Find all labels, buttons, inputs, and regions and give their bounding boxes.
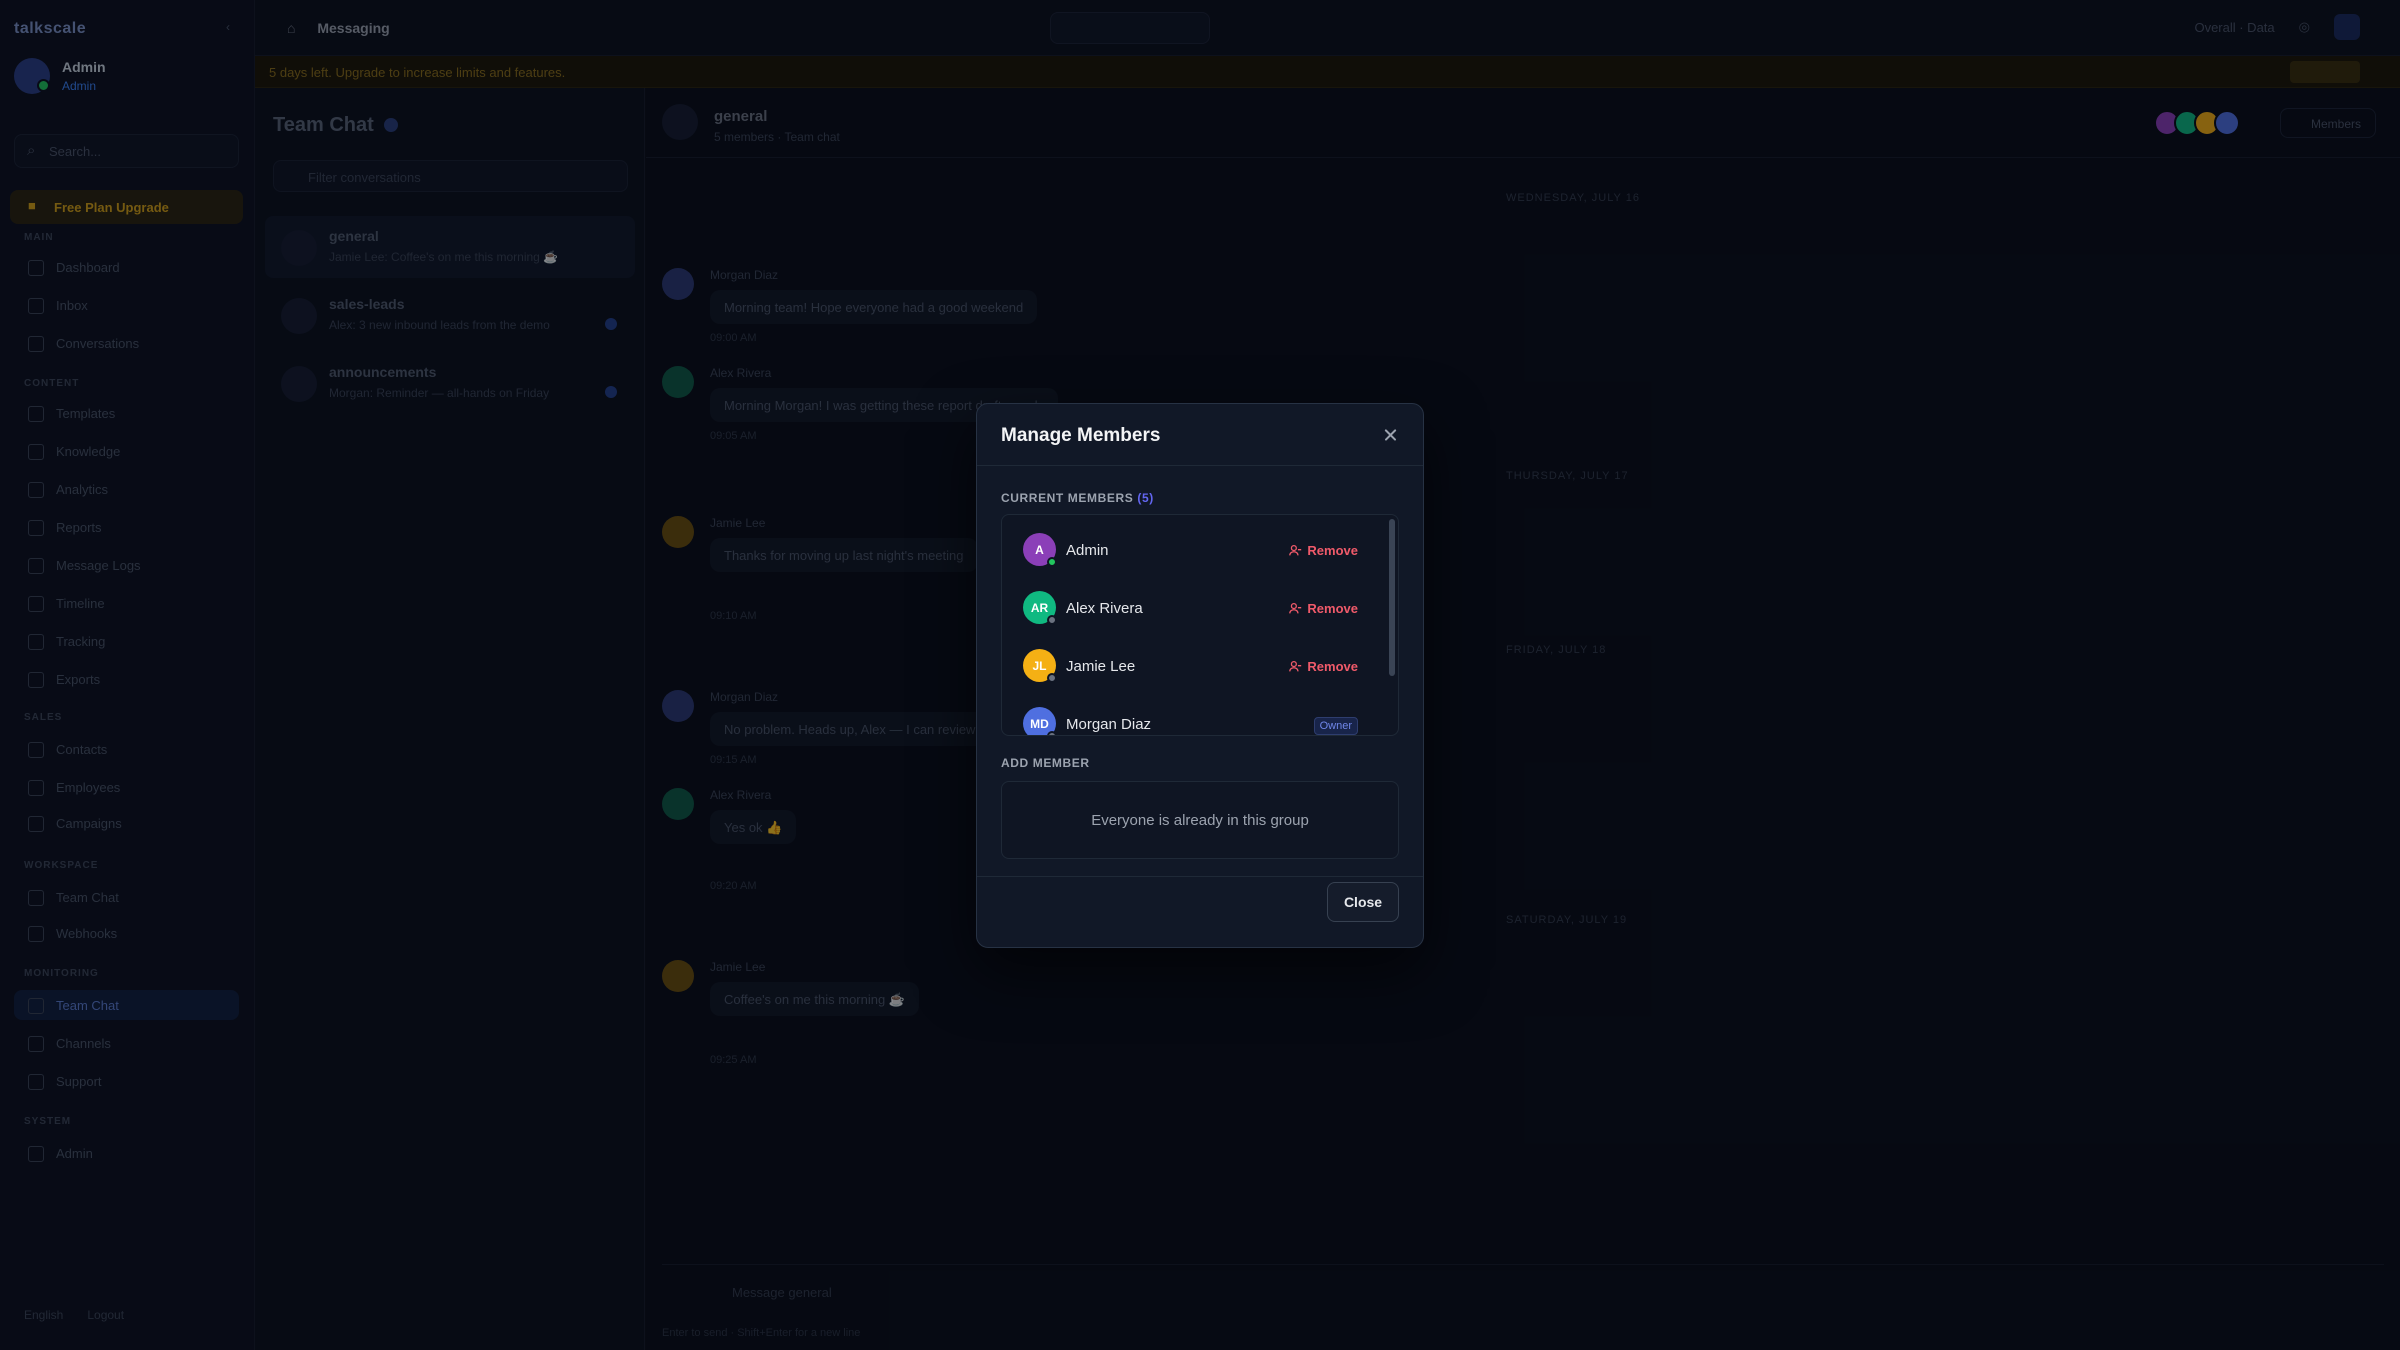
list-item: JL Jamie Lee Remove: [1002, 631, 1382, 689]
current-members-label-text: CURRENT MEMBERS: [1001, 491, 1134, 505]
owner-badge: Owner: [1313, 717, 1358, 735]
avatar: MD: [1023, 707, 1057, 735]
dialog-footer-divider: [977, 876, 1423, 877]
dialog-header: Manage Members: [977, 404, 1423, 466]
member-name: Alex Rivera: [1066, 600, 1143, 617]
add-member-label: ADD MEMBER: [1001, 756, 1090, 770]
remove-label: Remove: [1307, 601, 1358, 616]
remove-member-button[interactable]: Remove: [1289, 659, 1358, 674]
list-item: A Admin Remove: [1002, 515, 1382, 573]
remove-member-button[interactable]: Remove: [1289, 601, 1358, 616]
close-button[interactable]: Close: [1327, 882, 1399, 922]
current-members-label: CURRENT MEMBERS (5): [1001, 491, 1154, 505]
avatar: JL: [1023, 649, 1057, 683]
user-minus-icon: [1289, 602, 1302, 614]
avatar: AR: [1023, 591, 1057, 625]
avatar-initials: A: [1035, 542, 1044, 557]
close-icon[interactable]: [1381, 425, 1401, 445]
list-item: AR Alex Rivera Remove: [1002, 573, 1382, 631]
member-name: Jamie Lee: [1066, 658, 1136, 675]
avatar-initials: JL: [1032, 658, 1047, 673]
remove-label: Remove: [1307, 543, 1358, 558]
member-name: Admin: [1066, 542, 1109, 559]
dialog-title: Manage Members: [1001, 425, 1161, 446]
user-minus-icon: [1289, 660, 1302, 672]
avatar-initials: MD: [1030, 716, 1049, 731]
status-dot: [1047, 673, 1057, 683]
status-dot: [1047, 557, 1057, 567]
remove-member-button[interactable]: Remove: [1289, 543, 1358, 558]
add-member-empty-state: Everyone is already in this group: [1001, 781, 1399, 859]
status-dot: [1047, 615, 1057, 625]
avatar: A: [1023, 533, 1057, 567]
manage-members-dialog: Manage Members CURRENT MEMBERS (5) A Admi…: [976, 403, 1424, 948]
user-minus-icon: [1289, 544, 1302, 556]
remove-label: Remove: [1307, 659, 1358, 674]
member-count: (5): [1137, 491, 1154, 505]
list-item: MD Morgan Diaz Owner: [1002, 689, 1382, 735]
members-list[interactable]: A Admin Remove AR Alex Rivera Remove JL: [1001, 514, 1399, 736]
scrollbar[interactable]: [1389, 519, 1395, 676]
avatar-initials: AR: [1030, 600, 1049, 615]
member-name: Morgan Diaz: [1066, 716, 1152, 733]
status-dot: [1047, 731, 1057, 735]
